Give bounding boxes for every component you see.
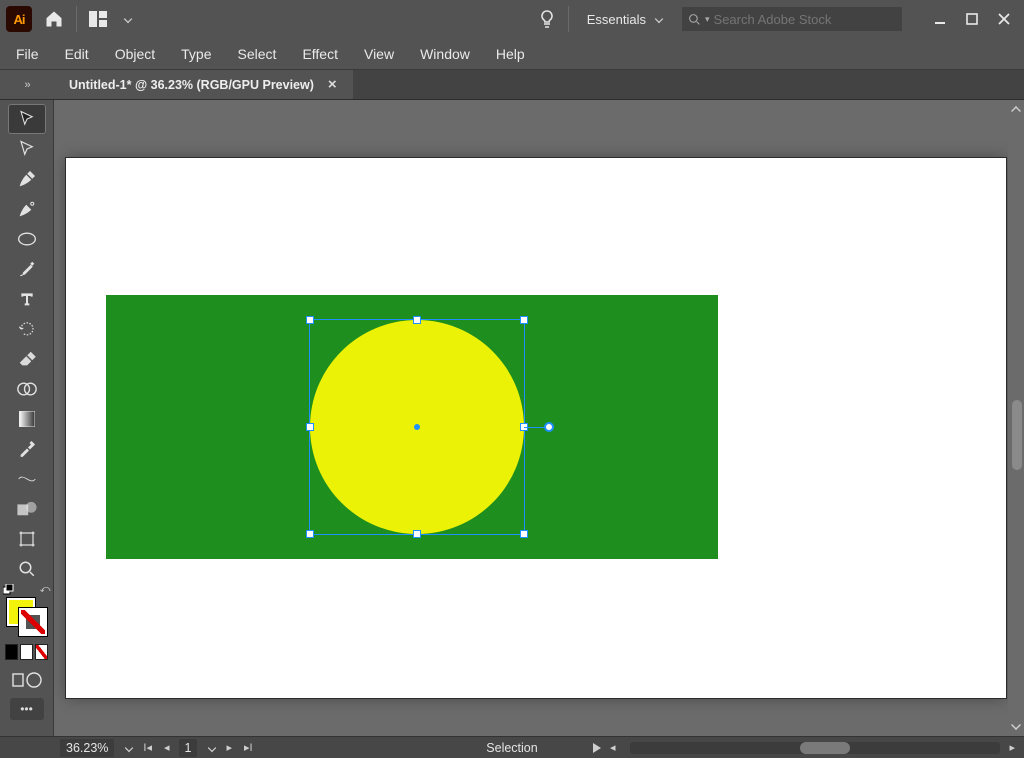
resize-handle-tr[interactable] <box>520 316 528 324</box>
resize-handle-tm[interactable] <box>413 316 421 324</box>
chevron-down-icon: ▾ <box>705 14 710 25</box>
fill-stroke-swatches[interactable]: ⤺ <box>5 592 49 636</box>
menu-effect[interactable]: Effect <box>290 42 350 66</box>
curvature-tool[interactable] <box>8 194 46 224</box>
horizontal-scrollbar[interactable] <box>630 742 1000 754</box>
artboard-value: 1 <box>185 741 192 755</box>
scroll-up-icon[interactable] <box>1011 106 1021 116</box>
menu-object[interactable]: Object <box>103 42 167 66</box>
color-mode-none[interactable] <box>35 644 48 660</box>
maximize-button[interactable] <box>958 9 986 29</box>
selection-bounds[interactable] <box>309 319 525 535</box>
title-bar: Ai Essentials ▾ <box>0 0 1024 38</box>
close-tab-button[interactable]: × <box>326 76 339 93</box>
minimize-button[interactable] <box>926 9 954 29</box>
artboard[interactable] <box>66 158 1006 698</box>
color-mode-gradient[interactable] <box>20 644 33 660</box>
eyedropper-tool[interactable] <box>8 434 46 464</box>
divider <box>76 6 77 32</box>
scroll-thumb[interactable] <box>1012 400 1022 470</box>
chevron-down-icon <box>655 15 663 23</box>
status-popup-icon[interactable] <box>593 743 601 753</box>
hscroll-right-button[interactable]: ▸ <box>1006 741 1018 754</box>
home-button[interactable] <box>42 7 66 31</box>
rotate-tool[interactable] <box>8 314 46 344</box>
resize-handle-ml[interactable] <box>306 423 314 431</box>
menu-view[interactable]: View <box>352 42 406 66</box>
resize-handle-tl[interactable] <box>306 316 314 324</box>
artboard-prev-button[interactable]: ◂ <box>161 741 173 754</box>
stock-search-input[interactable] <box>714 12 896 27</box>
menu-file[interactable]: File <box>4 42 51 66</box>
swap-colors-icon[interactable]: ⤺ <box>40 584 51 595</box>
menu-help[interactable]: Help <box>484 42 537 66</box>
menu-edit[interactable]: Edit <box>53 42 101 66</box>
vertical-scrollbar[interactable] <box>1008 100 1024 736</box>
chevron-down-icon[interactable] <box>125 743 133 751</box>
app-logo: Ai <box>6 6 32 32</box>
workspace-switcher[interactable]: Essentials <box>579 12 672 27</box>
selection-center-icon <box>414 424 420 430</box>
color-mode-row <box>5 644 49 660</box>
menu-window[interactable]: Window <box>408 42 482 66</box>
shape-builder-tool[interactable] <box>8 374 46 404</box>
selection-rotate-line <box>524 427 546 428</box>
status-bar: 36.23% I◂ ◂ 1 ▸ ▸I Selection ◂ ▸ <box>0 736 1024 758</box>
canvas-viewport[interactable] <box>54 100 1024 736</box>
direct-selection-tool[interactable] <box>8 134 46 164</box>
resize-handle-bl[interactable] <box>306 530 314 538</box>
current-tool-label: Selection <box>486 741 537 755</box>
hscroll-left-button[interactable]: ◂ <box>607 741 619 754</box>
arrange-documents-button[interactable] <box>87 10 109 28</box>
edit-toolbar-button[interactable]: ••• <box>10 698 44 720</box>
window-controls <box>926 9 1018 29</box>
scroll-thumb[interactable] <box>800 742 850 754</box>
gradient-tool[interactable] <box>8 404 46 434</box>
type-tool[interactable] <box>8 284 46 314</box>
zoom-value: 36.23% <box>66 741 108 755</box>
blend-tool[interactable] <box>8 494 46 524</box>
ellipse-tool[interactable] <box>8 224 46 254</box>
resize-handle-bm[interactable] <box>413 530 421 538</box>
chevron-down-icon[interactable] <box>124 15 132 23</box>
artboard-tool[interactable] <box>8 524 46 554</box>
zoom-level[interactable]: 36.23% <box>60 739 114 757</box>
artboard-first-button[interactable]: I◂ <box>140 741 155 754</box>
workspace-label: Essentials <box>587 12 646 27</box>
artboard-number[interactable]: 1 <box>179 739 198 757</box>
pen-tool[interactable] <box>8 164 46 194</box>
resize-handle-br[interactable] <box>520 530 528 538</box>
scroll-down-icon[interactable] <box>1011 720 1021 730</box>
document-tab-strip: Untitled-1* @ 36.23% (RGB/GPU Preview) × <box>0 70 1024 100</box>
artboard-last-button[interactable]: ▸I <box>241 741 256 754</box>
discover-button[interactable] <box>536 8 558 30</box>
tools-panel: ⤺ ••• <box>0 100 54 736</box>
menu-select[interactable]: Select <box>226 42 289 66</box>
document-tab-title: Untitled-1* @ 36.23% (RGB/GPU Preview) <box>69 78 314 92</box>
stroke-color-swatch[interactable] <box>19 608 47 636</box>
width-tool[interactable] <box>8 464 46 494</box>
paintbrush-tool[interactable] <box>8 254 46 284</box>
artboard-next-button[interactable]: ▸ <box>223 741 235 754</box>
chevron-down-icon[interactable] <box>208 743 216 751</box>
toolbar-expand-toggle[interactable]: » <box>0 70 55 100</box>
menu-bar: File Edit Object Type Select Effect View… <box>0 38 1024 70</box>
selection-tool[interactable] <box>8 104 46 134</box>
stock-search[interactable]: ▾ <box>682 7 902 31</box>
draw-mode-switch[interactable] <box>10 668 44 692</box>
selection-rotate-handle[interactable] <box>544 422 554 432</box>
menu-type[interactable]: Type <box>169 42 223 66</box>
work-area: ⤺ ••• <box>0 100 1024 736</box>
default-colors-icon[interactable] <box>3 584 13 594</box>
zoom-tool[interactable] <box>8 554 46 584</box>
eraser-tool[interactable] <box>8 344 46 374</box>
search-icon <box>688 13 701 26</box>
divider <box>568 6 569 32</box>
document-tab[interactable]: Untitled-1* @ 36.23% (RGB/GPU Preview) × <box>55 70 353 99</box>
color-mode-solid[interactable] <box>5 644 18 660</box>
close-button[interactable] <box>990 9 1018 29</box>
